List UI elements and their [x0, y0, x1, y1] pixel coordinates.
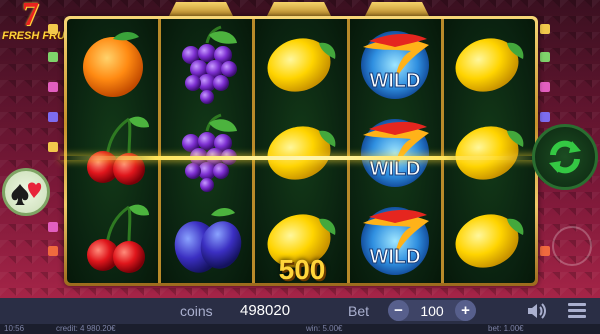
line-marker [540, 82, 550, 92]
lemon-symbol [449, 197, 529, 281]
reel-4: WILD WILD WILD [349, 19, 441, 283]
bet-value: 100 [420, 302, 444, 319]
line-marker [48, 142, 58, 152]
wild-symbol: WILD [355, 21, 435, 105]
cherry-symbol [73, 109, 153, 193]
autoplay-button[interactable] [552, 226, 592, 266]
win-line [60, 156, 540, 160]
grape-symbol [167, 109, 247, 193]
lemon-symbol [261, 109, 341, 193]
wild-label: WILD [370, 70, 421, 92]
reel-3 [255, 19, 347, 283]
line-marker [540, 24, 550, 34]
bet-text: bet: 1.00€ [488, 324, 524, 333]
line-marker [540, 112, 550, 122]
coins-value: 498020 [240, 302, 291, 319]
hamburger-icon [568, 303, 586, 306]
win-amount: 500 [278, 254, 326, 285]
sound-button[interactable] [526, 302, 546, 320]
bet-decrease-button[interactable]: − [388, 300, 409, 321]
wild-label: WILD [370, 246, 421, 268]
reel-frame: WILD WILD WILD [64, 16, 538, 286]
clock-time: 10:56 [4, 324, 25, 333]
logo-seven: 7 [22, 0, 39, 33]
line-marker [48, 246, 58, 256]
gamble-button[interactable] [2, 168, 50, 216]
lemon-symbol [449, 109, 529, 193]
cherry-symbol [73, 197, 153, 281]
reel-2 [161, 19, 253, 283]
lemon-symbol [261, 21, 341, 105]
line-marker [48, 222, 58, 232]
status-footer: 10:56 credit: 4 980.20€ win: 5.00€ bet: … [0, 324, 600, 334]
line-marker [48, 52, 58, 62]
plum-symbol [167, 197, 247, 281]
line-marker [48, 82, 58, 92]
wild-symbol: WILD [355, 109, 435, 193]
win-text: win: 5.00€ [306, 324, 343, 333]
lemon-symbol [449, 21, 529, 105]
bet-label: Bet [348, 303, 370, 319]
suit-heart-spade-icon [11, 182, 42, 205]
wild-label: WILD [370, 158, 421, 180]
reel-5 [443, 19, 535, 283]
line-marker [540, 246, 550, 256]
coins-label: coins [180, 303, 213, 319]
reel-1 [67, 19, 159, 283]
line-marker [48, 112, 58, 122]
line-marker [48, 24, 58, 34]
credit-text: credit: 4 980.20€ [56, 324, 116, 333]
menu-button[interactable] [568, 303, 586, 319]
wild-symbol: WILD [355, 197, 435, 281]
orange-symbol [73, 21, 153, 105]
refresh-arrows-icon [549, 140, 581, 174]
bet-increase-button[interactable]: + [454, 300, 476, 321]
grape-symbol [167, 21, 247, 105]
speaker-icon [528, 303, 546, 319]
spin-button[interactable] [532, 124, 598, 190]
line-marker [540, 52, 550, 62]
bet-stepper: − 100 + [388, 300, 476, 321]
control-bar: coins 498020 Bet − 100 + [0, 298, 600, 324]
reels-area: WILD WILD WILD [67, 19, 535, 283]
